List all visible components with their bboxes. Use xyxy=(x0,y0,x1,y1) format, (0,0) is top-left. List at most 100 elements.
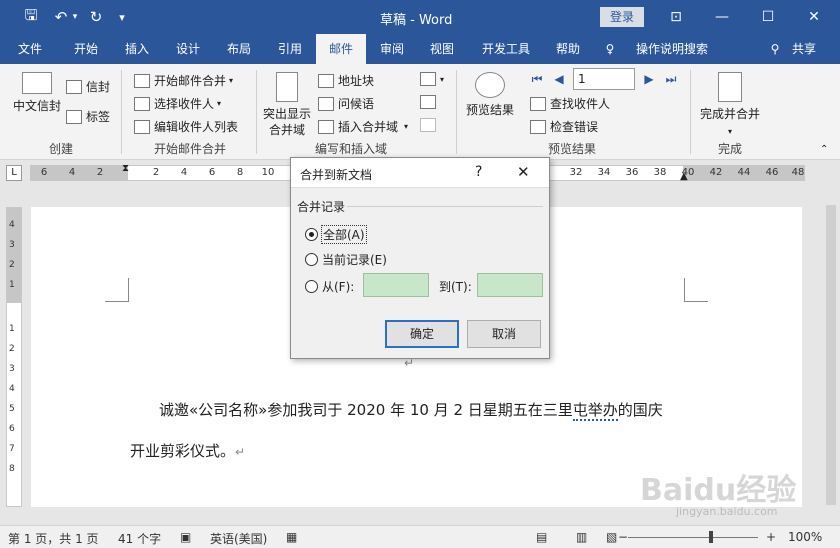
zoom-level[interactable]: 100% xyxy=(788,530,822,544)
tell-me-search[interactable]: 操作说明搜索 xyxy=(622,34,722,64)
ribbon-tabs: 文件 开始 插入 设计 布局 引用 邮件 审阅 视图 开发工具 帮助 ♀ 操作说… xyxy=(0,34,840,65)
maximize-icon[interactable]: ☐ xyxy=(748,0,788,34)
read-mode-icon[interactable]: ▤ xyxy=(536,530,547,544)
proofing-icon[interactable]: ▣ xyxy=(180,530,191,544)
to-label: 到(T): xyxy=(439,280,472,294)
body-text-line1[interactable]: 诚邀«公司名称»参加我司于 2020 年 10 月 2 日星期五在三里屯举办的国… xyxy=(159,399,663,421)
watermark-url: jingyan.baidu.com xyxy=(676,505,778,518)
tab-layout[interactable]: 布局 xyxy=(215,34,263,64)
radio-from-indicator[interactable] xyxy=(305,280,318,293)
envelopes-button[interactable]: 信封 xyxy=(66,78,110,95)
match-fields-icon[interactable] xyxy=(420,95,440,109)
tab-home[interactable]: 开始 xyxy=(62,34,110,64)
save-icon[interactable]: 🖫 xyxy=(20,0,42,34)
start-mail-merge-button[interactable]: 开始邮件合并 ▾ xyxy=(134,72,233,89)
tab-developer[interactable]: 开发工具 xyxy=(472,34,540,64)
tab-view[interactable]: 视图 xyxy=(418,34,466,64)
tab-insert[interactable]: 插入 xyxy=(113,34,161,64)
check-errors-icon xyxy=(530,119,546,134)
macro-record-icon[interactable]: ▦ xyxy=(286,530,297,544)
finish-merge-icon xyxy=(718,72,742,102)
dropdown-arrow-icon: ▾ xyxy=(217,99,222,108)
language[interactable]: 英语(美国) xyxy=(210,530,267,547)
web-layout-icon[interactable]: ▧ xyxy=(606,530,617,544)
indent-marker[interactable]: ⧗ xyxy=(122,163,129,174)
radio-from[interactable]: 从(F): xyxy=(305,278,354,295)
edit-recipient-list-button[interactable]: 编辑收件人列表 xyxy=(134,118,238,135)
preview-results-button[interactable]: 预览结果 xyxy=(462,72,518,118)
previous-record-icon[interactable]: ◀ xyxy=(552,70,566,88)
greeting-line-button[interactable]: 问候语 xyxy=(318,95,374,112)
page-count[interactable]: 第 1 页，共 1 页 xyxy=(8,530,99,547)
customize-qat-icon[interactable]: ▾ xyxy=(114,0,130,34)
close-icon[interactable]: ✕ xyxy=(794,0,834,34)
paragraph-mark: ↵ xyxy=(235,445,246,459)
close-icon[interactable]: ✕ xyxy=(517,163,530,181)
zoom-slider-thumb[interactable] xyxy=(709,531,713,543)
radio-all[interactable]: 全部(A) xyxy=(305,225,367,244)
to-input[interactable] xyxy=(477,273,543,297)
scrollbar-thumb[interactable] xyxy=(826,205,836,505)
labels-button[interactable]: 标签 xyxy=(66,108,110,125)
crop-mark xyxy=(105,278,129,302)
tab-design[interactable]: 设计 xyxy=(164,34,212,64)
dialog-title-bar[interactable]: 合并到新文档 ? ✕ xyxy=(291,158,549,188)
record-number-input[interactable]: 1 xyxy=(573,68,635,90)
help-icon[interactable]: ? xyxy=(475,164,482,180)
radio-current-record[interactable]: 当前记录(E) xyxy=(305,251,387,268)
chinese-envelope-button[interactable]: 中文信封 xyxy=(10,72,64,114)
group-label-write-insert: 编写和插入域 xyxy=(314,142,387,156)
address-block-button[interactable]: 地址块 xyxy=(318,72,374,89)
right-indent-marker[interactable]: ▲ xyxy=(680,171,688,182)
insert-merge-field-button[interactable]: 插入合并域 ▾ xyxy=(318,118,408,135)
rules-button[interactable]: ▾ xyxy=(420,72,444,86)
greeting-icon xyxy=(318,96,334,111)
zoom-in-icon[interactable]: + xyxy=(766,530,776,544)
group-label-start-merge: 开始邮件合并 xyxy=(153,142,226,156)
group-label-preview: 预览结果 xyxy=(547,142,596,156)
crop-mark xyxy=(684,278,708,302)
undo-icon[interactable]: ↶ xyxy=(50,0,72,34)
redo-icon[interactable]: ↻ xyxy=(86,0,106,34)
word-count[interactable]: 41 个字 xyxy=(118,530,161,547)
tab-references[interactable]: 引用 xyxy=(266,34,314,64)
tab-review[interactable]: 审阅 xyxy=(368,34,416,64)
dropdown-arrow-icon: ▾ xyxy=(727,127,732,136)
zoom-out-icon[interactable]: − xyxy=(618,530,628,544)
body-text-line2[interactable]: 开业剪彩仪式。↵ xyxy=(130,440,245,461)
spelling-underline: 屯举办 xyxy=(572,401,618,421)
first-record-icon[interactable]: ⏮ xyxy=(530,70,544,88)
envelope-icon xyxy=(22,72,52,94)
ok-button[interactable]: 确定 xyxy=(385,320,459,348)
tab-selector[interactable]: L xyxy=(6,165,22,181)
zoom-slider[interactable] xyxy=(628,537,758,538)
share-button[interactable]: 共享 xyxy=(784,34,824,64)
cancel-button[interactable]: 取消 xyxy=(467,320,541,348)
finish-merge-button[interactable]: 完成并合并 ▾ xyxy=(696,72,764,140)
minimize-icon[interactable]: — xyxy=(702,0,742,34)
dropdown-arrow-icon: ▾ xyxy=(404,122,409,131)
vertical-scrollbar[interactable] xyxy=(822,185,840,525)
highlight-merge-fields-button[interactable]: 突出显示 合并域 xyxy=(260,72,314,138)
check-errors-button[interactable]: 检查错误 xyxy=(530,118,598,135)
last-record-icon[interactable]: ⏭ xyxy=(664,70,678,88)
radio-all-indicator[interactable] xyxy=(305,228,318,241)
print-layout-icon[interactable]: ▥ xyxy=(576,530,587,544)
update-labels-icon[interactable] xyxy=(420,118,440,132)
collapse-ribbon-icon[interactable]: ⌃ xyxy=(820,144,828,155)
tab-help[interactable]: 帮助 xyxy=(544,34,592,64)
login-button[interactable]: 登录 xyxy=(600,7,644,27)
merge-to-new-document-dialog: 合并到新文档 ? ✕ 合并记录 全部(A) 当前记录(E) 从(F): 到(T)… xyxy=(290,157,550,359)
undo-dropdown-icon[interactable]: ▾ xyxy=(70,0,80,34)
dropdown-arrow-icon: ▾ xyxy=(440,74,445,84)
tab-mailings[interactable]: 邮件 xyxy=(316,34,366,65)
radio-current-indicator[interactable] xyxy=(305,253,318,266)
ribbon: 中文信封 信封 标签 创建 开始邮件合并 ▾ 选择收件人 ▾ 编辑收件人列表 开始邮… xyxy=(0,64,840,160)
edit-list-icon xyxy=(134,119,150,134)
from-input[interactable] xyxy=(363,273,429,297)
select-recipients-button[interactable]: 选择收件人 ▾ xyxy=(134,95,221,112)
find-recipient-button[interactable]: 查找收件人 xyxy=(530,95,610,112)
next-record-icon[interactable]: ▶ xyxy=(642,70,656,88)
tab-file[interactable]: 文件 xyxy=(6,34,54,64)
ribbon-display-icon[interactable]: ⊡ xyxy=(656,0,696,34)
